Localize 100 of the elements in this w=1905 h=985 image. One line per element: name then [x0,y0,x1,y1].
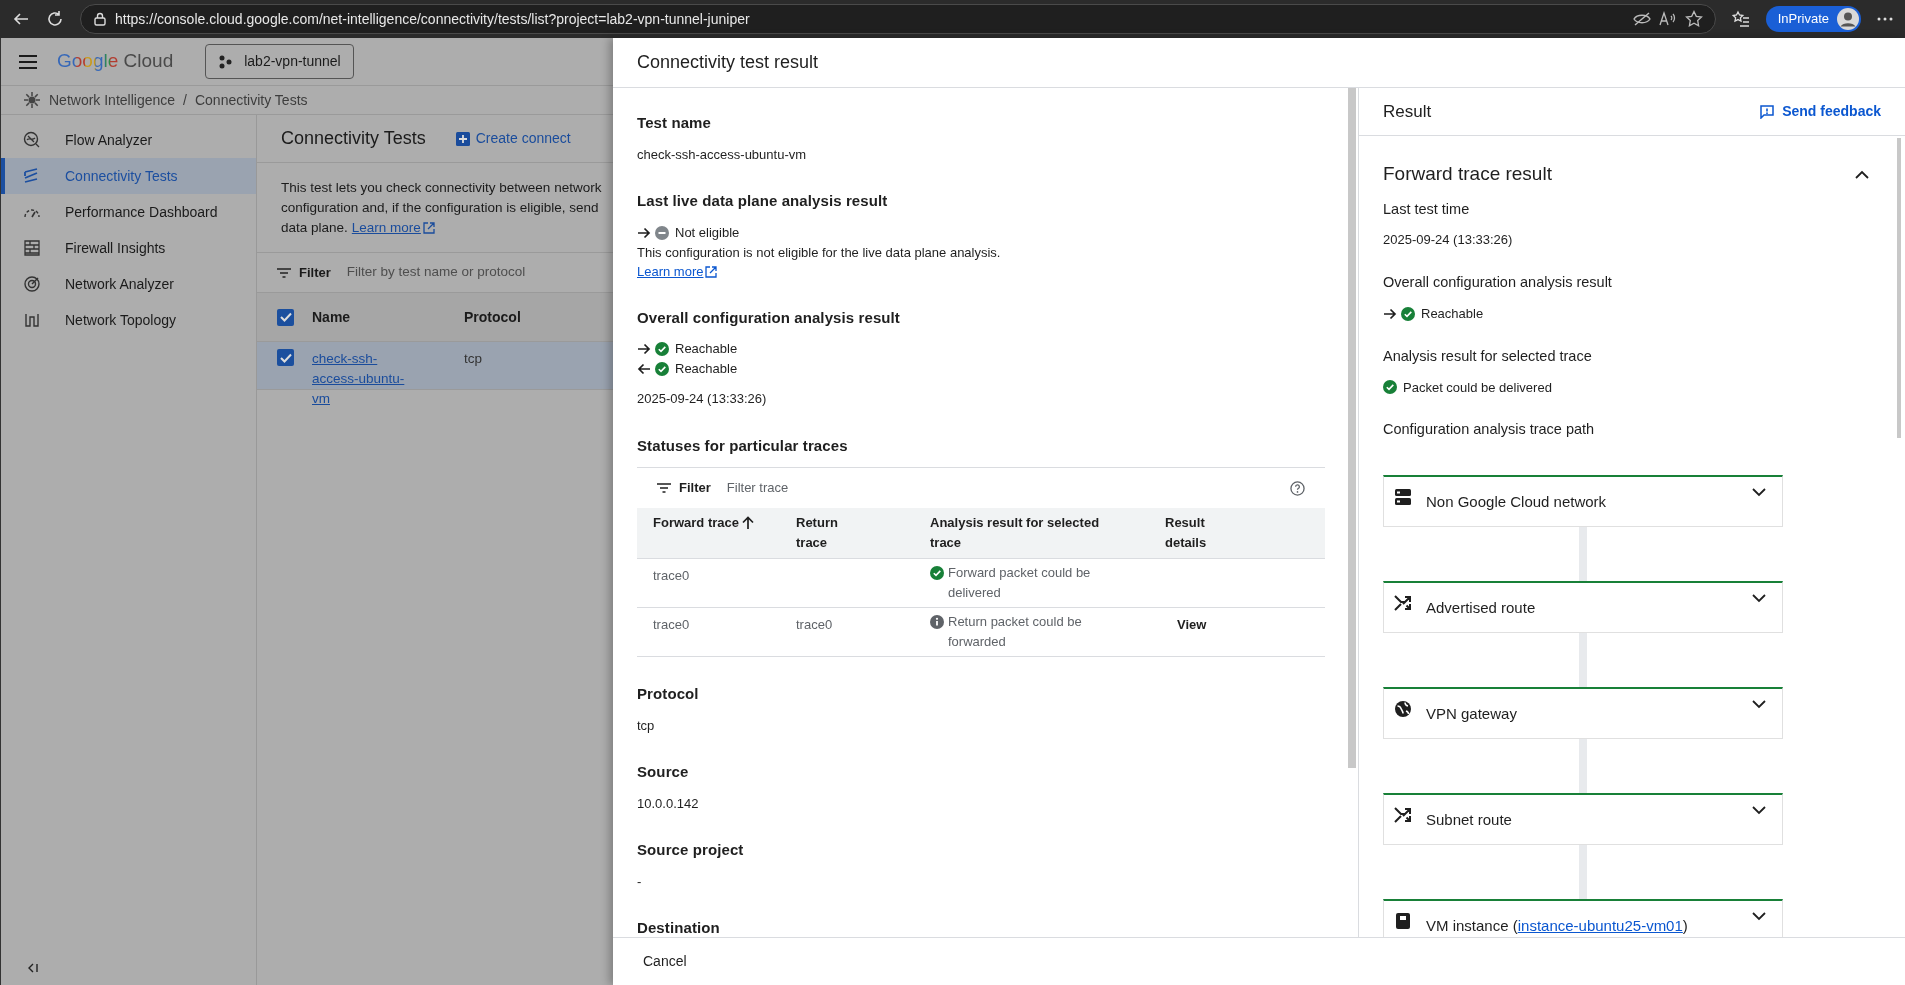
chevron-down-icon[interactable] [1752,700,1766,709]
table-cell-text: tcp [464,350,482,368]
status-text: Return packet could be forwarded [948,613,1083,651]
column-header[interactable]: Name [312,306,464,328]
trace-step-card[interactable]: Subnet route [1383,793,1783,845]
column-header[interactable]: Analysis result for selected trace [930,513,1130,553]
chevron-down-icon[interactable] [1752,594,1766,603]
column-header[interactable]: Protocol [464,306,521,328]
chevron-down-icon[interactable] [1752,912,1766,921]
help-icon[interactable] [1290,480,1305,496]
url-text: https://console.cloud.google.com/net-intelligence/connectivity/tests/list?project=lab2-vpn-tunnel-juniper [115,9,750,29]
status-text: Reachable [675,340,738,359]
breadcrumb-separator: / [183,90,187,110]
left-arrow-icon [637,363,651,375]
trace-step-card[interactable]: VPN gateway [1383,687,1783,739]
address-bar[interactable]: https://console.cloud.google.com/net-intelligence/connectivity/tests/list?project=lab2-vpn-tunnel-juniper [80,4,1716,34]
learn-more-link[interactable]: Learn more [351,219,435,236]
view-button[interactable]: View [1165,614,1219,636]
scrollbar-thumb[interactable] [1348,88,1356,768]
filter-field[interactable]: Filter trace [726,478,1282,498]
learn-more-link[interactable]: Learn more [637,262,718,281]
checkbox[interactable] [277,308,294,326]
sidebar-item[interactable]: Flow Analyzer [1,122,256,158]
more-icon[interactable] [1877,17,1893,21]
field-label: Overall configuration analysis result [1383,272,1613,292]
send-feedback-link[interactable]: Send feedback [1760,101,1881,122]
column-header[interactable]: Return trace [796,513,866,553]
filter-icon [657,483,671,493]
table-cell: trace0 [653,568,690,583]
chevron-down-icon[interactable] [1752,806,1766,815]
value-text: tcp [637,716,656,735]
sidebar-item[interactable]: Performance Dashboard [1,194,256,230]
section-label: Destination [637,918,721,937]
trace-step-card[interactable]: VM instance (instance-ubuntu25-vm01) [1383,899,1783,937]
right-arrow-icon [637,226,651,239]
column-header[interactable]: Result details [1165,513,1235,553]
magnifier-chart-icon [23,131,41,149]
filter-label: Filter [299,263,331,282]
sort-arrow-icon[interactable] [741,516,755,530]
breadcrumb-link[interactable]: Network Intelligence [49,89,176,111]
chevron-down-icon[interactable] [1752,488,1766,497]
read-aloud-icon[interactable] [1658,11,1677,27]
network-intelligence-icon [23,91,41,109]
description-text: configuration and, if the configuration is eligible, send [281,199,599,216]
chip-icon [1394,912,1412,930]
logo[interactable]: Google Cloud [57,47,174,76]
path-icon [23,311,41,329]
cancel-button[interactable]: Cancel [637,945,693,978]
profile-button[interactable]: InPrivate [1765,6,1861,32]
value-text: check-ssh-access-ubuntu-vm [637,145,808,164]
checkbox[interactable] [277,349,294,366]
star-icon[interactable] [1684,10,1703,28]
right-arrow-icon [1383,307,1397,320]
page-title: Connectivity Tests [281,127,426,150]
project-icon [218,54,233,69]
feedback-icon [1760,104,1775,119]
section-title: Forward trace result [1383,162,1552,186]
field-label: Configuration analysis trace path [1383,420,1596,440]
sidebar-item[interactable]: Network Topology [1,302,256,338]
favorites-icon[interactable] [1731,10,1750,28]
column-header[interactable]: Forward trace [653,513,743,533]
menu-icon[interactable] [19,54,37,69]
value-text: 2025-09-24 (13:33:26) [637,390,768,408]
collapse-icon[interactable] [28,963,39,973]
reload-icon[interactable] [46,10,64,28]
project-picker[interactable]: lab2-vpn-tunnel [205,44,354,79]
field-label: Analysis result for selected trace [1383,346,1593,366]
trace-step-card[interactable]: Advertised route [1383,581,1783,633]
filter-field[interactable]: Filter by test name or protocol [346,262,526,283]
field-label: Last test time [1383,199,1471,219]
value-text: - [637,872,643,891]
section-label: Source [637,762,690,782]
section-label: Statuses for particular traces [637,435,849,456]
step-label: VPN gateway [1426,704,1517,724]
brick-wall-icon [23,239,41,257]
tracking-icon[interactable] [1632,11,1651,27]
status-text: Packet could be delivered [1403,378,1552,397]
step-label: VM instance ( [1426,916,1518,936]
step-label: Advertised route [1426,598,1536,618]
check-icon [279,312,292,322]
trace-step-card[interactable]: Non Google Cloud network [1383,475,1783,527]
breadcrumb-link[interactable]: Connectivity Tests [194,89,308,111]
sidebar-item[interactable]: Firewall Insights [1,230,256,266]
step-label: Subnet route [1426,810,1512,830]
sidebar-item[interactable]: Network Analyzer [1,266,256,302]
step-label: Non Google Cloud network [1426,492,1607,512]
section-label: Protocol [637,684,700,704]
test-name-link[interactable]: check-ssh-access-ubuntu-vm [312,349,422,409]
external-link-icon [705,265,718,278]
scrollbar-thumb[interactable] [1897,138,1901,438]
create-button[interactable]: Create connect [455,128,571,149]
status-text: Not eligible [675,223,740,242]
chevron-up-icon[interactable] [1855,169,1869,179]
check-icon [279,352,292,363]
drawer-title: Connectivity test result [637,51,819,74]
status-text: Forward packet could be delivered [948,564,1092,602]
section-label: Test name [637,113,712,133]
description-text: data plane. [281,219,348,236]
description-text: This test lets you check connectivity between network [281,179,602,196]
right-arrow-icon [637,343,651,355]
